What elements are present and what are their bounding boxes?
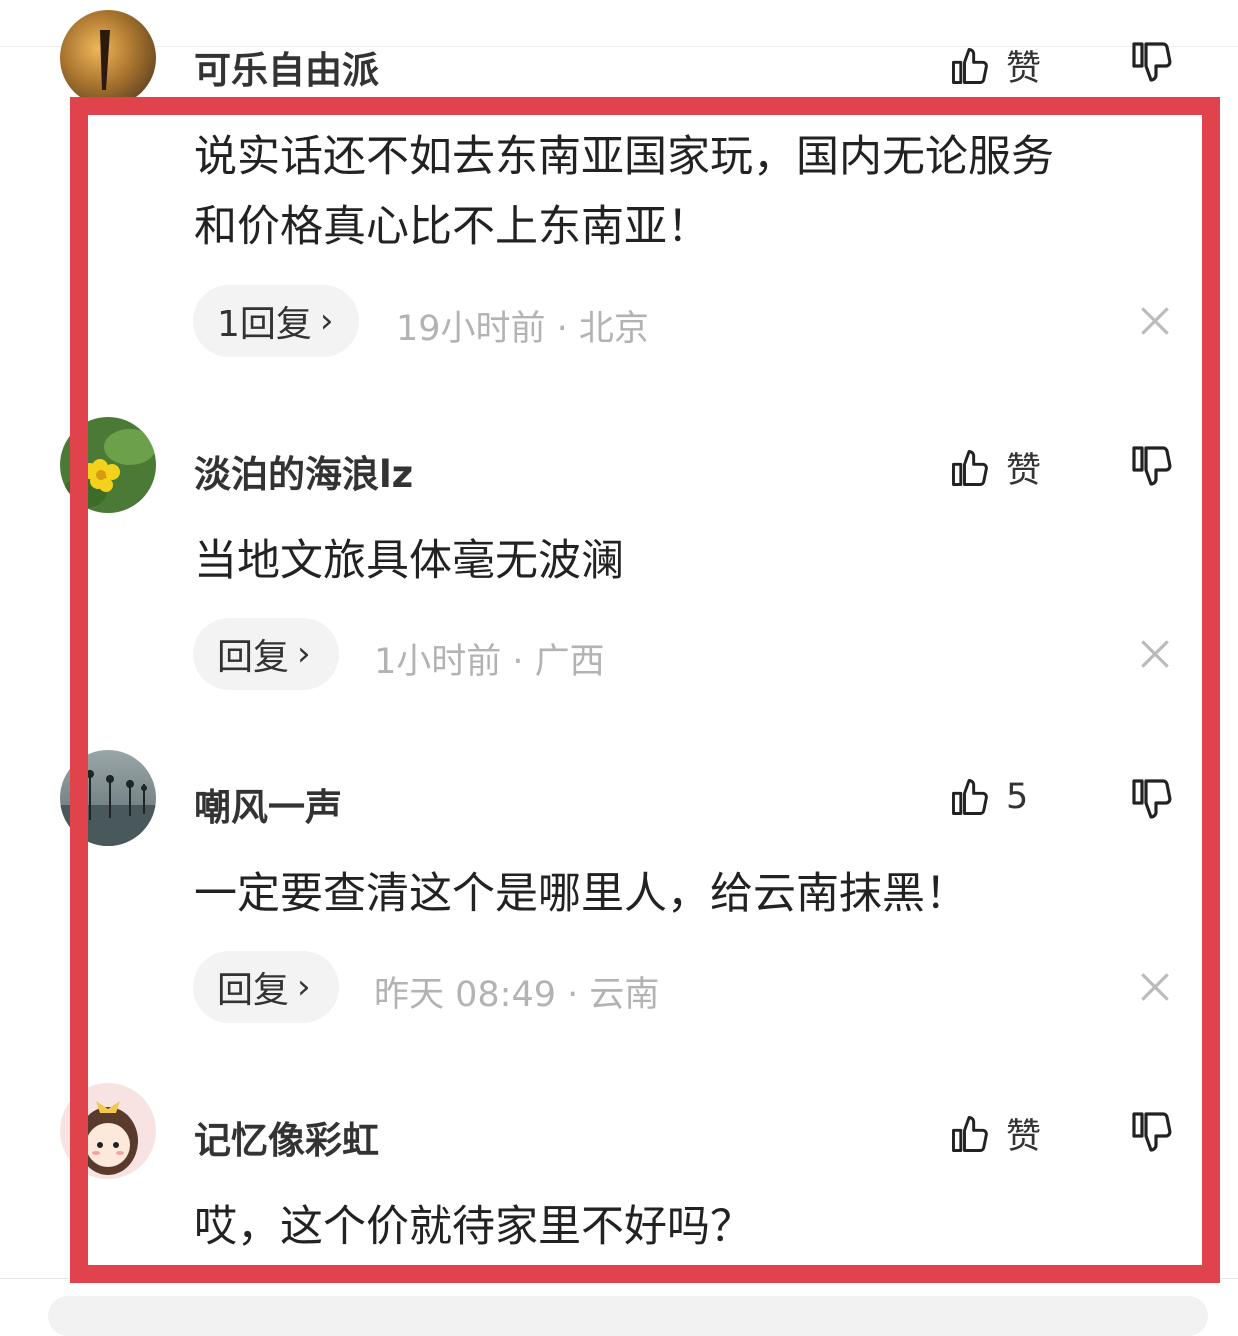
thumbs-down-icon[interactable] (1128, 38, 1176, 86)
avatar[interactable] (60, 10, 156, 106)
comment-input-bar[interactable] (48, 1296, 1208, 1336)
like-label: 赞 (1006, 49, 1042, 89)
thumbs-up-icon (952, 47, 988, 84)
avatar-image (100, 30, 110, 90)
highlight-frame (70, 97, 1220, 1283)
username[interactable]: 可乐自由派 (194, 40, 379, 94)
top-divider (0, 46, 1238, 47)
like-button[interactable]: 赞 (948, 40, 1041, 91)
